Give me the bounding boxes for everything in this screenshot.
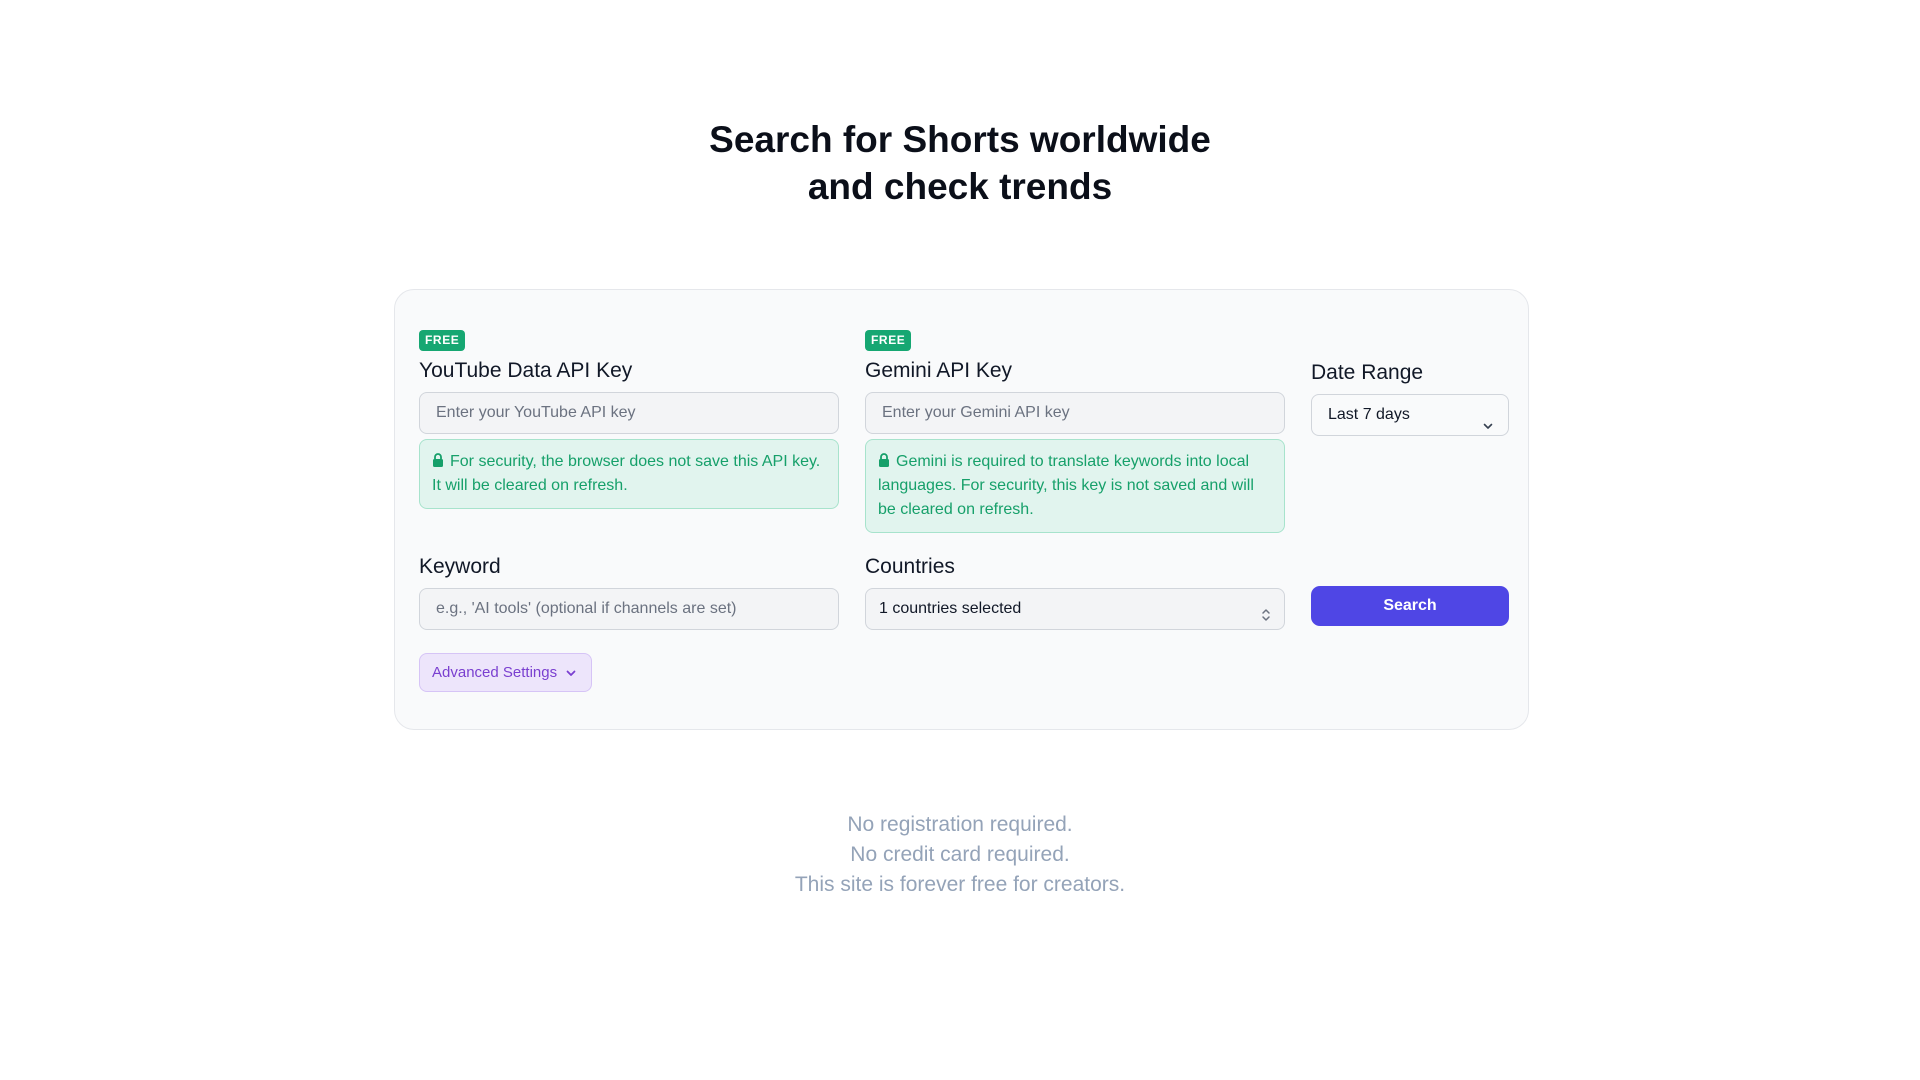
gemini-api-key-label: Gemini API Key — [865, 359, 1013, 382]
countries-field: Countries 1 countries selected — [865, 553, 1285, 630]
youtube-api-key-label: YouTube Data API Key — [419, 359, 633, 382]
page-title: Search for Shorts worldwide and check tr… — [0, 116, 1920, 210]
page-title-line-2: and check trends — [807, 166, 1113, 207]
page-title-line-1: Search for Shorts worldwide — [709, 119, 1211, 160]
footer-line-3: This site is forever free for creators. — [794, 873, 1126, 896]
lock-icon — [878, 453, 890, 467]
gemini-free-badge: FREE — [865, 330, 912, 351]
date-range-label: Date Range — [1311, 361, 1424, 384]
keyword-label: Keyword — [419, 555, 501, 578]
countries-label: Countries — [865, 555, 955, 578]
gemini-security-notice: Gemini is required to translate keywords… — [865, 439, 1285, 533]
date-range-select[interactable]: Last 7 days — [1311, 394, 1509, 436]
search-button[interactable]: Search — [1311, 586, 1509, 626]
date-range-selected-value: Last 7 days — [1328, 406, 1410, 423]
search-form-card: FREE YouTube Data API Key For security, … — [394, 289, 1529, 730]
advanced-settings-button[interactable]: Advanced Settings — [419, 653, 593, 692]
chevron-updown-icon — [1260, 600, 1272, 640]
youtube-free-badge: FREE — [419, 330, 466, 351]
youtube-api-key-input[interactable] — [419, 392, 839, 434]
youtube-security-notice: For security, the browser does not save … — [419, 439, 839, 509]
footer-notes: No registration required. No credit card… — [0, 810, 1920, 900]
countries-selected-value: 1 countries selected — [879, 600, 1022, 617]
chevron-down-icon — [1482, 408, 1494, 448]
countries-select[interactable]: 1 countries selected — [865, 588, 1285, 630]
page: Search for Shorts worldwide and check tr… — [0, 0, 1920, 1080]
keyword-field: Keyword — [419, 553, 839, 630]
footer-line-2: No credit card required. — [850, 843, 1070, 866]
footer-line-1: No registration required. — [847, 813, 1073, 836]
gemini-api-key-field: FREE Gemini API Key Gemini is required t… — [865, 330, 1285, 533]
advanced-settings-label: Advanced Settings — [432, 664, 558, 681]
gemini-api-key-input[interactable] — [865, 392, 1285, 434]
youtube-api-key-field: FREE YouTube Data API Key For security, … — [419, 330, 839, 509]
chevron-down-icon — [565, 667, 577, 679]
youtube-security-notice-text: For security, the browser does not save … — [432, 453, 821, 494]
gemini-security-notice-text: Gemini is required to translate keywords… — [878, 453, 1254, 518]
keyword-input[interactable] — [419, 588, 839, 630]
date-range-field: Date Range Last 7 days — [1311, 359, 1509, 436]
lock-icon — [432, 453, 444, 467]
